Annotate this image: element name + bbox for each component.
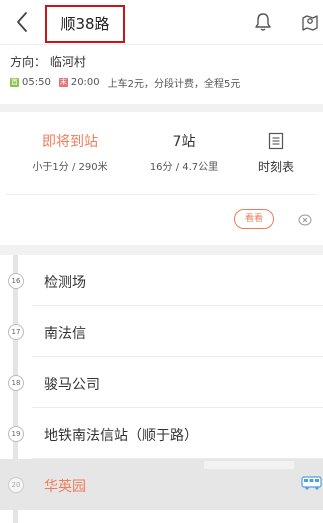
top-bar: 顺38路 [0, 0, 323, 44]
close-icon[interactable] [298, 214, 312, 226]
redacted-area [204, 461, 294, 469]
arrival-status: 即将到站 小于1分 / 290米 [14, 132, 126, 173]
stops-detail: 16分 / 4.7公里 [149, 162, 219, 173]
stop-name: 地铁南法信站（顺于路） [44, 428, 198, 444]
stop-number-badge: 17 [8, 324, 24, 340]
first-bus-time: 05:50 [22, 77, 51, 88]
fare-text: 上车2元，分段计费，全程5元 [107, 79, 241, 90]
schedule-label: 时刻表 [257, 160, 294, 174]
section-divider [0, 104, 323, 112]
list-item[interactable]: 16 检测场 [0, 255, 323, 306]
back-arrow-icon[interactable] [14, 10, 30, 34]
schedule-icon [268, 132, 284, 150]
stops-remaining: 7站 16分 / 4.7公里 [134, 132, 234, 173]
map-pin-icon[interactable] [300, 12, 320, 32]
stop-number-badge: 20 [8, 477, 24, 493]
arrival-card: 即将到站 小于1分 / 290米 7站 16分 / 4.7公里 时刻表 看看 [6, 112, 323, 245]
stops-count: 7站 [172, 134, 196, 150]
title-highlight-box: 顺38路 [45, 5, 125, 43]
section-divider [0, 245, 323, 255]
stop-name: 骏马公司 [44, 377, 100, 393]
stop-list: 16 检测场 17 南法信 18 骏马公司 19 地铁南法信站（顺于路） 20 … [0, 255, 323, 510]
last-bus-time: 20:00 [70, 77, 100, 88]
arrival-label: 即将到站 [42, 134, 98, 150]
stop-name: 检测场 [44, 275, 86, 291]
card-divider [6, 194, 317, 195]
stop-number-badge: 16 [8, 273, 24, 289]
list-item[interactable]: 17 南法信 [0, 306, 323, 357]
first-bus-badge: 首 [10, 78, 19, 87]
stop-number-badge: 18 [8, 375, 24, 391]
list-item-current-stop[interactable]: 20 华英园 [0, 459, 323, 510]
last-bus-badge: 末 [58, 78, 68, 87]
list-item[interactable]: 19 地铁南法信站（顺于路） [0, 408, 323, 459]
list-item[interactable]: 18 骏马公司 [0, 357, 323, 408]
page-title: 顺38路 [60, 15, 110, 33]
bus-icon [301, 476, 322, 490]
bell-icon[interactable] [254, 12, 272, 32]
stop-name: 南法信 [44, 326, 86, 342]
look-button[interactable]: 看看 [234, 209, 274, 229]
route-info: 方向： 临河村 首 05:50 末 20:00 上车2元，分段计费，全程5元 [0, 44, 323, 104]
direction-text: 方向： 临河村 [10, 55, 86, 69]
arrival-detail: 小于1分 / 290米 [32, 162, 108, 173]
stop-number-badge: 19 [8, 426, 24, 442]
schedule-button[interactable]: 时刻表 [246, 132, 306, 175]
stop-name: 华英园 [44, 479, 86, 495]
operating-times: 首 05:50 末 20:00 上车2元，分段计费，全程5元 [10, 75, 240, 90]
